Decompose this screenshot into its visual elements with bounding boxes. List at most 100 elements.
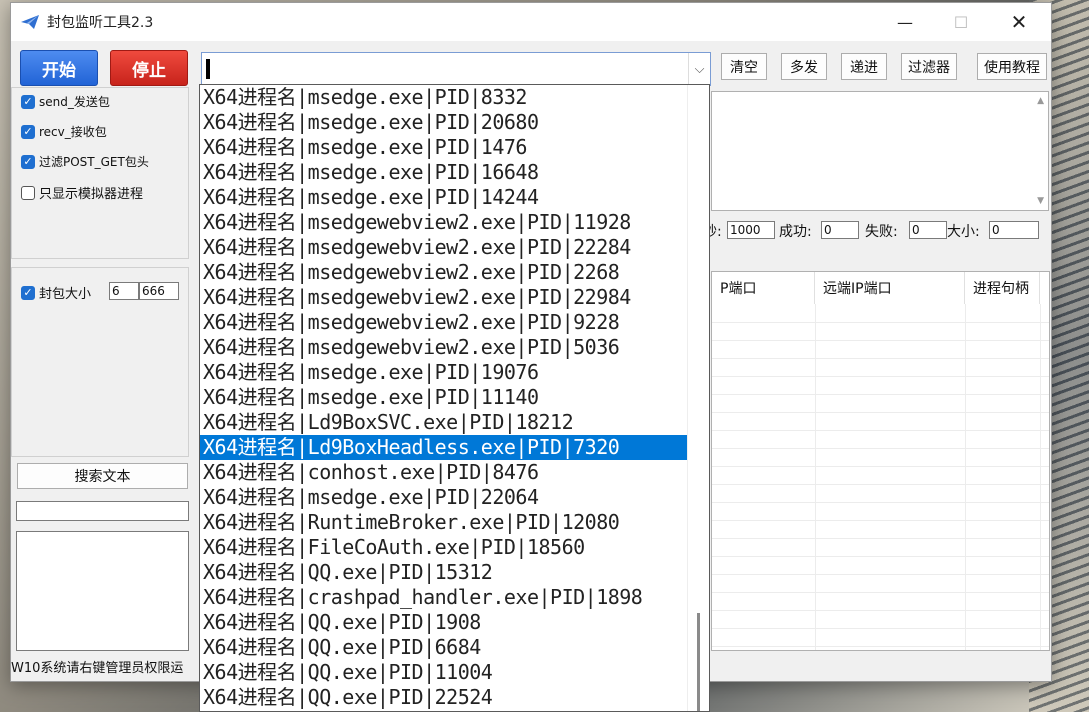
process-list-item[interactable]: X64进程名|msedgewebview2.exe|PID|22284 [200,235,709,260]
emulator-option[interactable]: 只显示模拟器进程 [21,183,143,202]
table-row[interactable] [712,412,1049,430]
process-list-item[interactable]: X64进程名|QQ.exe|PID|1908 [200,610,709,635]
status-text: W10系统请右键管理员权限运 [11,661,184,676]
search-text-button[interactable]: 搜索文本 [17,463,188,489]
table-row[interactable] [712,628,1049,646]
process-list-item[interactable]: X64进程名|msedgewebview2.exe|PID|9228 [200,310,709,335]
process-list-item[interactable]: X64进程名|msedge.exe|PID|8332 [200,85,709,110]
packet-size-max-input[interactable]: 666 [139,282,179,300]
process-list-item[interactable]: X64进程名|QQ.exe|PID|15312 [200,560,709,585]
size-input[interactable]: 0 [989,221,1039,239]
packet-size-checkbox[interactable]: ✓ [21,285,35,300]
table-row[interactable] [712,376,1049,394]
table-header-remote-ip-port[interactable]: 远端IP端口 [815,272,965,304]
close-button[interactable]: ✕ [991,3,1047,41]
emulator-checkbox[interactable] [21,185,35,200]
process-list-item[interactable]: X64进程名|QQ.exe|PID|11004 [200,660,709,685]
filter-button[interactable]: 过滤器 [901,53,957,80]
recv-label: recv_接收包 [39,125,107,139]
search-input[interactable] [16,501,189,521]
process-list-item[interactable]: X64进程名|msedgewebview2.exe|PID|11928 [200,210,709,235]
process-dropdown-list[interactable]: X64进程名|msedge.exe|PID|8332 X64进程名|msedge.… [199,84,710,712]
process-list-item[interactable]: X64进程名|FileCoAuth.exe|PID|18560 [200,535,709,560]
search-results-box[interactable] [16,531,189,651]
table-row[interactable] [712,340,1049,358]
table-row[interactable] [712,394,1049,412]
stop-button[interactable]: 停止 [110,50,188,86]
table-header-local-port[interactable]: P端口 [712,272,815,304]
packet-size-min-input[interactable]: 6 [109,282,139,300]
table-row[interactable] [712,592,1049,610]
success-input[interactable]: 0 [821,221,859,239]
table-row[interactable] [712,646,1049,650]
paper-plane-icon [21,15,39,29]
log-textbox[interactable]: ▲ ▼ [711,91,1049,211]
process-list-item[interactable]: X64进程名|Ld9BoxHeadless.exe|PID|7320 [200,435,687,460]
process-list-item[interactable]: X64进程名|msedge.exe|PID|11140 [200,385,709,410]
maximize-button[interactable]: ☐ [933,3,989,41]
table-row[interactable] [712,520,1049,538]
process-list-item[interactable]: X64进程名|msedge.exe|PID|14244 [200,185,709,210]
filter-header-option[interactable]: ✓ 过滤POST_GET包头 [21,153,149,170]
packet-size-label: 封包大小 [39,287,92,302]
per-second-input[interactable]: 1000 [727,221,775,239]
process-list-item[interactable]: X64进程名|msedge.exe|PID|19076 [200,360,709,385]
scroll-down-icon[interactable]: ▼ [1037,196,1044,206]
window-title: 封包监听工具2.3 [47,15,154,31]
process-list-item[interactable]: X64进程名|QQ.exe|PID|22524 [200,685,709,710]
process-list-item[interactable]: X64进程名|conhost.exe|PID|8476 [200,460,709,485]
filter-header-checkbox[interactable]: ✓ [21,154,35,169]
emulator-label: 只显示模拟器进程 [39,187,144,202]
packet-size-option[interactable]: ✓ 封包大小 [21,283,91,302]
process-list-item[interactable]: X64进程名|msedgewebview2.exe|PID|5036 [200,335,709,360]
send-option[interactable]: ✓ send_发送包 [21,93,110,110]
process-list-item[interactable]: X64进程名|QQ.exe|PID|6684 [200,635,709,660]
scrollbar-thumb[interactable] [697,613,700,711]
process-list-item[interactable]: X64进程名|msedge.exe|PID|1476 [200,135,709,160]
multi-send-button[interactable]: 多发 [781,53,827,80]
title-bar: 封包监听工具2.3 — ☐ ✕ [11,3,1051,41]
process-list-item[interactable]: X64进程名|msedge.exe|PID|16648 [200,160,709,185]
table-row[interactable] [712,502,1049,520]
fail-input[interactable]: 0 [909,221,947,239]
table-row[interactable] [712,538,1049,556]
forward-button[interactable]: 递进 [841,53,887,80]
table-row[interactable] [712,610,1049,628]
table-row[interactable] [712,358,1049,376]
table-row[interactable] [712,466,1049,484]
process-list-item[interactable]: X64进程名|RuntimeBroker.exe|PID|12080 [200,510,709,535]
table-row[interactable] [712,430,1049,448]
options-group [11,87,189,259]
chevron-down-icon[interactable]: ⌵ [688,53,710,85]
process-combobox[interactable]: ⌵ [201,52,711,86]
dropdown-scrollbar[interactable] [687,85,709,711]
process-list-item[interactable]: X64进程名|msedgewebview2.exe|PID|22984 [200,285,709,310]
process-list-item[interactable]: X64进程名|msedge.exe|PID|22064 [200,485,709,510]
send-checkbox[interactable]: ✓ [21,94,35,109]
clear-button[interactable]: 清空 [721,53,767,80]
filter-header-label: 过滤POST_GET包头 [39,155,149,169]
process-list-item[interactable]: X64进程名|msedge.exe|PID|20680 [200,110,709,135]
process-list-item[interactable]: X64进程名|msedgewebview2.exe|PID|2268 [200,260,709,285]
table-row[interactable] [712,574,1049,592]
send-label: send_发送包 [39,95,110,109]
text-caret [206,59,210,79]
recv-option[interactable]: ✓ recv_接收包 [21,123,107,140]
table-header-process-handle[interactable]: 进程句柄 [965,272,1040,304]
process-list-item[interactable]: X64进程名|Ld9BoxSVC.exe|PID|18212 [200,410,709,435]
table-row[interactable] [712,322,1049,340]
scroll-up-icon[interactable]: ▲ [1037,96,1044,106]
process-list-item[interactable]: X64进程名|crashpad_handler.exe|PID|1898 [200,585,709,610]
success-label: 成功: [779,224,812,240]
recv-checkbox[interactable]: ✓ [21,124,35,139]
fail-label: 失败: [865,224,898,240]
table-row[interactable] [712,484,1049,502]
table-row[interactable] [712,448,1049,466]
packet-table[interactable]: P端口 远端IP端口 进程句柄 [711,271,1050,651]
size-label: 大小: [947,224,980,240]
minimize-button[interactable]: — [877,3,933,41]
table-row[interactable] [712,556,1049,574]
start-button[interactable]: 开始 [20,50,98,86]
process-list: X64进程名|msedge.exe|PID|8332 X64进程名|msedge.… [200,85,709,710]
tutorial-button[interactable]: 使用教程 [977,53,1047,80]
